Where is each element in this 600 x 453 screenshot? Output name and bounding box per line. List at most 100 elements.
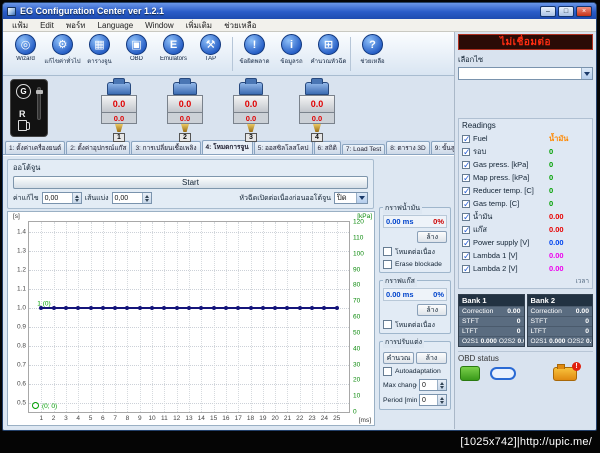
petrol-continuous-checkbox[interactable] (383, 247, 392, 256)
reading-label: แก๊ส (473, 224, 487, 234)
toolbar-button-obd[interactable]: ▣ OBD (118, 34, 155, 62)
bank-row: STFT 0 (459, 316, 524, 326)
calculator-icon: ⊞ (318, 34, 339, 55)
main-area: ◎ Wizard ⚙ แก้ไขค่าทั่วไป ▦ ตารางจูน ▣ O… (3, 32, 454, 429)
spinner-arrows-icon[interactable] (71, 193, 81, 203)
menu-language[interactable]: Language (92, 21, 140, 30)
minimize-button[interactable]: – (540, 5, 556, 17)
table-icon: ▦ (89, 34, 110, 55)
bank-row: Correction 0.00 (459, 306, 524, 316)
petrol-clear-button[interactable]: ล้าง (417, 231, 447, 243)
tuning-right-column: กราฟน้ำมัน 0.00 ms 0% ล้าง โหมดต่อเนื่อง (378, 156, 454, 429)
tab-3d-table[interactable]: 8: ตาราง 3D (386, 141, 430, 154)
injector-coil (107, 78, 131, 95)
dropdown-arrow-icon[interactable] (581, 68, 592, 79)
injector-petrol-time: 0.0 (178, 99, 192, 109)
max-change-spinner[interactable]: 0 (419, 379, 447, 391)
gas-graph-title: กราฟแก๊ส (383, 276, 417, 287)
injector-open-select[interactable]: ปิด (334, 192, 368, 204)
menu-port[interactable]: พอร์ท (60, 19, 92, 32)
reading-checkbox[interactable] (462, 264, 471, 275)
menu-edit[interactable]: Edit (34, 21, 60, 30)
close-button[interactable]: × (576, 5, 592, 17)
tick: 12 (173, 415, 181, 422)
gas-graph-values: 0.00 ms 0% (383, 288, 447, 301)
gas-clear-button[interactable]: ล้าง (417, 304, 447, 316)
spinner-arrows-icon[interactable] (437, 380, 446, 390)
adjustment-clear-button[interactable]: ล้าง (416, 352, 447, 364)
erase-blockade-checkbox[interactable] (383, 260, 392, 269)
reading-row: Map press. [kPa] 0 (462, 171, 589, 184)
spinner-arrows-icon[interactable] (141, 193, 151, 203)
reading-label: น้ำมัน (473, 211, 493, 221)
dot (137, 305, 142, 310)
toolbar-button-vehicle-info[interactable]: i ข้อมูลรถ (273, 34, 310, 66)
reading-checkbox[interactable] (462, 173, 471, 184)
tab-load-test[interactable]: 7: Load Test (341, 144, 386, 154)
reading-checkbox[interactable] (462, 212, 471, 223)
reading-row: Fuel น้ำมัน (462, 132, 589, 145)
toolbar-button-injector-calc[interactable]: ⊞ คำนวณหัวฉีด (310, 34, 347, 66)
dot (76, 305, 81, 310)
erase-blockade-label: Erase blockade (395, 261, 442, 268)
dot (100, 305, 105, 310)
reading-checkbox[interactable] (462, 251, 471, 262)
correction-spinner[interactable]: 0,00 (41, 192, 82, 204)
fuel-switch-indicator[interactable]: G R (10, 79, 48, 137)
bank1-panel: Bank 1 Correction 0.00 STFT 0 LTFT 0 O2S1 0.… (458, 294, 525, 347)
petrol-continuous-label: โหมดต่อเนื่อง (395, 249, 435, 256)
reading-checkbox[interactable] (462, 199, 471, 210)
icon-glyph: i (289, 38, 294, 51)
bank-row-label: O2S2 (567, 338, 585, 345)
titlebar[interactable]: EG Configuration Center ver 1.2.1 – □ × (3, 3, 596, 19)
threshold-spinner[interactable]: 0,00 (111, 192, 152, 204)
autoadaptation-checkbox[interactable] (383, 367, 392, 376)
tab-advanced[interactable]: 9: ขั้นสูง (430, 141, 454, 154)
toolbar-button-general-settings[interactable]: ⚙ แก้ไขค่าทั่วไป (44, 34, 81, 66)
tab-engine-settings[interactable]: 1: ตั้งค่าเครื่องยนต์ (5, 141, 66, 154)
tab-oscilloscope[interactable]: 5: ออสซิลโลสโคป (253, 141, 313, 154)
menu-extras[interactable]: เพิ่มเติม (180, 19, 218, 32)
petrol-mode-indicator: R (19, 109, 26, 119)
injector-petrol-time: 0.0 (244, 99, 258, 109)
toolbar-button-errors[interactable]: ! ข้อผิดพลาด (236, 34, 273, 66)
reading-checkbox[interactable] (462, 238, 471, 249)
toolbar-button-label: ข้อผิดพลาด (239, 59, 270, 65)
dot (88, 305, 93, 310)
tab-tuning-mode[interactable]: 4: โหมดการจูน (201, 140, 253, 154)
maximize-button[interactable]: □ (558, 5, 574, 17)
reading-checkbox[interactable] (462, 160, 471, 171)
spinner-arrows-icon[interactable] (437, 395, 446, 405)
y-axis-unit-left: [s] (13, 213, 20, 220)
dropdown-arrow-icon[interactable] (356, 193, 367, 203)
reading-checkbox[interactable] (462, 134, 471, 145)
tab-gas-settings[interactable]: 2: ตั้งค่าอุปกรณ์แก๊ส (66, 141, 131, 154)
menu-file[interactable]: แฟ้ม (6, 19, 34, 32)
vehicle-select[interactable] (458, 67, 593, 80)
injector-open-label: หัวฉีดเปิดต่อเนื่องก่อนออโต้จูน (239, 194, 331, 202)
bank-o2-row: O2S10.000 O2S20.000 (459, 336, 524, 346)
gas-continuous-checkbox[interactable] (383, 320, 392, 329)
menu-window[interactable]: Window (139, 21, 179, 30)
toolbar-button-tuning-table[interactable]: ▦ ตารางจูน (81, 34, 118, 66)
reading-checkbox[interactable] (462, 225, 471, 236)
icon-glyph: ▣ (131, 39, 142, 51)
toolbar-button-emulators[interactable]: E Emulators (155, 34, 192, 62)
grid-v (53, 222, 55, 412)
toolbar-button-tap[interactable]: ⚒ TAP (192, 34, 229, 62)
tab-statistics[interactable]: 6: สถิติ (313, 141, 341, 154)
reading-value: 0 (549, 160, 554, 169)
toolbar-button-help[interactable]: ? ช่วยเหลือ (354, 34, 391, 66)
period-spinner[interactable]: 0 (419, 394, 447, 406)
tab-fuel-switching[interactable]: 3: การเปลี่ยนเชื้อเพลิง (131, 141, 201, 154)
bank-row-label: STFT (462, 318, 479, 325)
calculate-button[interactable]: คำนวณ (383, 352, 414, 364)
toolbar-button-wizard[interactable]: ◎ Wizard (7, 34, 44, 62)
start-button[interactable]: Start (13, 176, 368, 189)
bank-title: Bank 2 (527, 295, 592, 306)
gas-continuous-row: โหมดต่อเนื่อง (383, 319, 447, 330)
reading-checkbox[interactable] (462, 186, 471, 197)
chart-plot[interactable]: 1.4 1.3 1.2 1.1 1.0 0.9 0.8 0.7 0.6 0.5 120 110 100 9… (17, 219, 364, 423)
reading-checkbox[interactable] (462, 147, 471, 158)
menu-help[interactable]: ช่วยเหลือ (218, 19, 262, 32)
